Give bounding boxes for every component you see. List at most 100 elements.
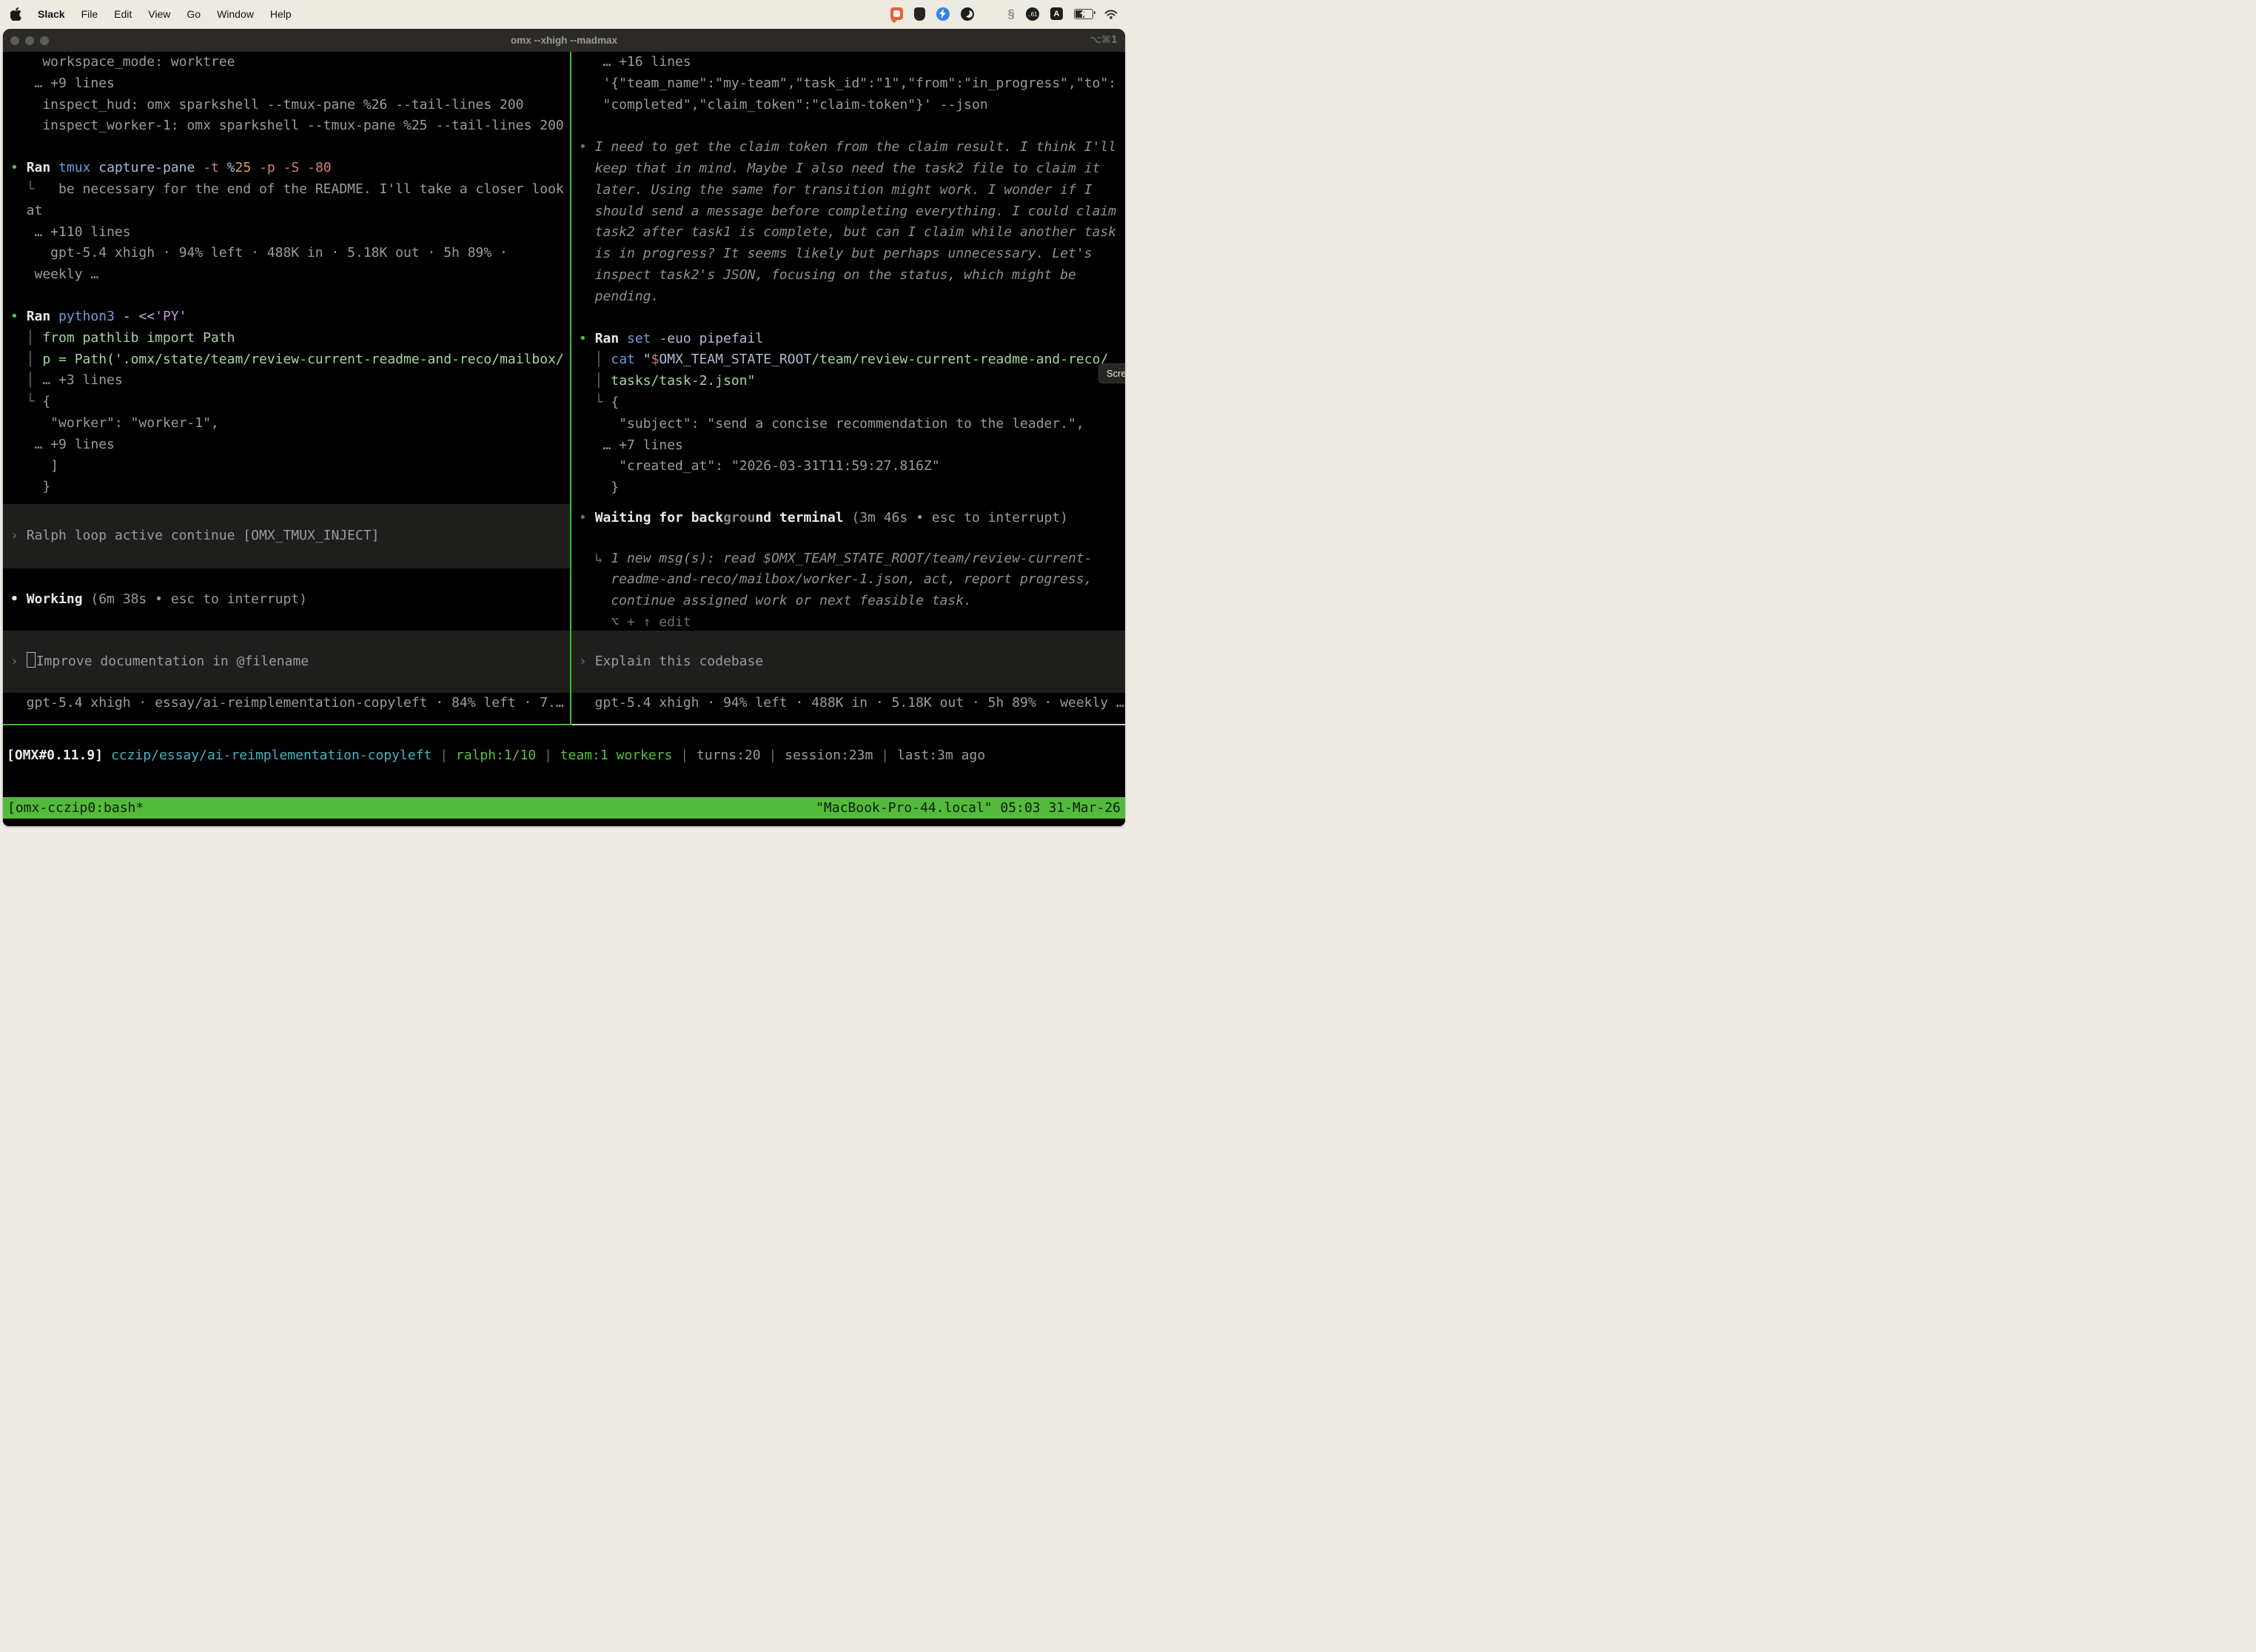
text-segment: … +7 lines [579, 437, 683, 453]
bolt-badge-icon[interactable] [936, 7, 950, 21]
terminal-line: weekly … [10, 264, 570, 286]
text-segment [50, 309, 58, 324]
text-segment: | [673, 748, 697, 763]
terminal-line: "created_at": "2026-03-31T11:59:27.816Z" [579, 456, 1125, 477]
terminal-line: task2 after task1 is complete, but can I… [579, 222, 1125, 244]
text-segment: › [10, 528, 27, 543]
wifi-icon[interactable] [1104, 9, 1118, 19]
terminal-line: │ from pathlib import Path [10, 328, 570, 349]
text-segment: inspect_worker-1: omx sparkshell --tmux-… [10, 118, 564, 133]
text-segment [90, 160, 98, 175]
text-segment [651, 331, 659, 346]
text-segment: /team/review-current-readme-and-reco/ [811, 352, 1108, 367]
text-segment: (3m 46s • esc to interrupt) [844, 510, 1068, 526]
text-segment: later. Using the same for transition mig… [579, 182, 1092, 198]
text-segment [635, 352, 643, 367]
menu-app-name[interactable]: Slack [38, 8, 65, 20]
text-segment: { [611, 394, 619, 410]
apple-menu-icon[interactable] [10, 7, 21, 21]
text-segment: be necessary for the end of the README. … [58, 181, 564, 197]
text-segment: '{"team_name":"my-team","task_id":"1","f… [579, 75, 1116, 91]
text-segment: set [627, 331, 651, 346]
text-segment: … +16 lines [579, 54, 691, 70]
text-segment: [OMX#0.11.9] [7, 748, 103, 763]
text-segment: pending. [579, 289, 659, 304]
terminal-line: inspect_hud: omx sparkshell --tmux-pane … [10, 95, 570, 116]
text-segment: │ [10, 372, 42, 388]
count-badge-icon[interactable]: ..61 [1026, 7, 1039, 21]
terminal-line: ⌥ + ↑ edit [579, 612, 1125, 634]
text-segment: } [10, 479, 50, 494]
text-segment: -p [259, 160, 275, 175]
terminal-line: "completed","claim_token":"claim-token"}… [579, 95, 1125, 116]
prompt-line: › Ralph loop active continue [OMX_TMUX_I… [3, 526, 380, 547]
text-segment: • [579, 510, 595, 526]
prompt-suggestion-band[interactable]: › Improve documentation in @filename [3, 631, 570, 693]
terminal-line: │ p = Path('.omx/state/team/review-curre… [10, 349, 570, 371]
text-segment: • [10, 160, 27, 175]
text-segment: ] [10, 458, 58, 474]
prompt-suggestion-band[interactable]: › Ralph loop active continue [OMX_TMUX_I… [3, 504, 570, 568]
text-segment: % [227, 160, 235, 175]
terminal-line: … +16 lines [579, 52, 1125, 73]
terminal-line: "worker": "worker-1", [10, 413, 570, 434]
menu-item-window[interactable]: Window [217, 8, 254, 20]
window-title-bar[interactable]: omx --xhigh --madmax ⌥⌘1 [3, 29, 1125, 52]
terminal-content[interactable]: › Ralph loop active continue [OMX_TMUX_I… [3, 52, 1125, 826]
prompt-suggestion-band[interactable]: › Explain this codebase [571, 631, 1125, 693]
menu-item-view[interactable]: View [148, 8, 170, 20]
terminal-line: gpt-5.4 xhigh · 94% left · 488K in · 5.1… [579, 693, 1125, 714]
tmux-pane-left[interactable]: › Ralph loop active continue [OMX_TMUX_I… [3, 52, 570, 724]
menu-item-go[interactable]: Go [187, 8, 201, 20]
terminal-line: readme-and-reco/mailbox/worker-1.json, a… [579, 569, 1125, 591]
text-segment: • [10, 309, 27, 324]
pane-border-bottom-left [3, 724, 571, 725]
text-segment: tmux [58, 160, 90, 175]
terminal-line: later. Using the same for transition mig… [579, 180, 1125, 201]
menu-status-icons: § ..61 A [890, 7, 1118, 21]
text-segment: • [10, 591, 27, 607]
text-segment: … +110 lines [10, 224, 131, 240]
text-segment: … +3 lines [42, 372, 122, 388]
text-segment: | [432, 748, 456, 763]
text-segment: inspect task2's JSON, focusing on the st… [579, 267, 1076, 283]
squiggle-app-icon[interactable]: § [1008, 7, 1015, 20]
terminal-line: ] [10, 456, 570, 477]
text-segment: -80 [307, 160, 332, 175]
text-segment: at [10, 203, 42, 218]
text-segment: … +9 lines [10, 75, 115, 91]
text-segment: inspect_hud: omx sparkshell --tmux-pane … [10, 97, 524, 113]
menu-item-file[interactable]: File [81, 8, 98, 20]
prompt-line: › Improve documentation in @filename [3, 651, 309, 673]
pane-divider-vertical[interactable] [570, 52, 571, 725]
text-segment: › [10, 654, 27, 669]
terminal-line: • Working (6m 38s • esc to interrupt) [10, 589, 570, 611]
crescent-app-icon[interactable] [961, 7, 974, 21]
dots-grid-icon[interactable] [985, 8, 997, 20]
text-segment: | [873, 748, 897, 763]
text-segment: } [579, 480, 619, 495]
terminal-line: inspect_worker-1: omx sparkshell --tmux-… [10, 115, 570, 137]
tmux-status-bar: [omx-cczip0:bash* "MacBook-Pro-44.local"… [3, 797, 1125, 819]
keyboard-input-icon[interactable]: A [1050, 7, 1063, 20]
battery-charging-icon[interactable] [1074, 9, 1093, 19]
text-segment: p = Path('.omx/state/team/review-current… [42, 352, 563, 367]
shield-keypad-icon[interactable] [914, 7, 925, 21]
prompt-line: › Explain this codebase [571, 651, 763, 673]
terminal-line: │ cat "$OMX_TEAM_STATE_ROOT/team/review-… [579, 349, 1125, 371]
omx-status-line: [OMX#0.11.9] cczip/essay/ai-reimplementa… [7, 745, 1125, 767]
menu-item-edit[interactable]: Edit [114, 8, 132, 20]
text-segment: Improve documentation in @filename [36, 654, 309, 669]
terminal-line: should send a message before completing … [579, 201, 1125, 223]
text-segment: - [123, 309, 131, 324]
terminal-line: is in progress? It seems likely but perh… [579, 244, 1125, 265]
text-segment: Ran [27, 160, 51, 175]
tmux-pane-right[interactable]: › Explain this codebase … +16 lines '{"t… [571, 52, 1125, 724]
terminal-line: • Ran python3 - <<'PY' [10, 306, 570, 328]
text-segment: $ [651, 352, 659, 367]
text-segment: ralph:1/10 [456, 748, 536, 763]
terminal-line: │ tasks/task-2.json" [579, 371, 1125, 392]
menu-item-help[interactable]: Help [270, 8, 292, 20]
screenshot-app-icon[interactable] [890, 7, 903, 20]
text-segment: turns:20 [696, 748, 761, 763]
